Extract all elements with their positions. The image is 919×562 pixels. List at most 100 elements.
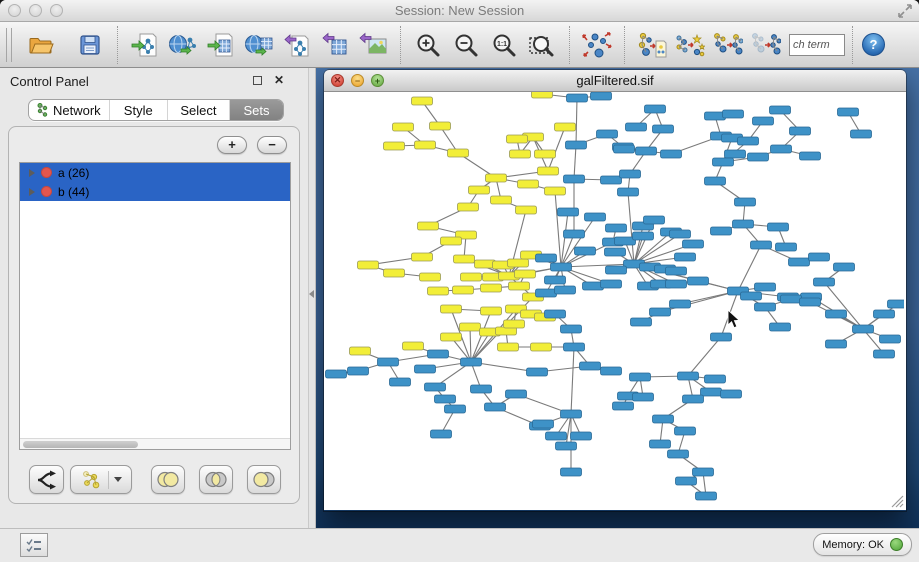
graph-node (435, 395, 456, 403)
panel-divider[interactable] (308, 68, 316, 528)
toolbar-separator (400, 26, 401, 64)
graph-node (445, 405, 466, 413)
network-to-file-icon (637, 31, 667, 59)
graph-node (605, 248, 626, 256)
zoom-out-icon (453, 32, 479, 58)
float-panel-icon[interactable] (253, 76, 262, 85)
tab-label: Select (180, 103, 216, 118)
difference-sets-button[interactable] (247, 465, 281, 494)
merge-networks-button[interactable] (712, 28, 744, 62)
collapse-panel-icon[interactable] (309, 290, 314, 298)
zoom-selected-region-button[interactable] (526, 28, 558, 62)
graph-node (683, 395, 704, 403)
graph-node (675, 427, 696, 435)
apply-layout-button[interactable] (581, 28, 613, 62)
memory-status-label: Memory: OK (822, 539, 884, 551)
graph-node (874, 350, 895, 358)
graph-node (683, 240, 704, 248)
network-tab-icon (37, 103, 48, 117)
graph-node (412, 97, 433, 105)
venn-difference-icon (251, 471, 277, 488)
graph-node (441, 333, 462, 341)
graph-node (630, 373, 651, 381)
import-table-from-file-icon (207, 32, 235, 58)
chevron-down-icon[interactable] (114, 477, 122, 482)
close-panel-icon[interactable]: ✕ (274, 73, 284, 87)
graph-node (471, 385, 492, 393)
graph-node (461, 358, 482, 366)
graph-node (486, 174, 507, 182)
search-input[interactable]: ch term (789, 34, 845, 56)
graph-node (390, 378, 411, 386)
set-label: b (44) (58, 185, 89, 199)
save-session-icon (78, 33, 102, 57)
expander-icon[interactable] (29, 169, 35, 177)
graph-node (696, 492, 717, 500)
create-set-from-network-button[interactable] (70, 465, 132, 494)
import-network-from-file-button[interactable] (129, 28, 161, 62)
tab-select[interactable]: Select (168, 100, 230, 120)
network-window-titlebar[interactable]: ✕ − + galFiltered.sif (324, 70, 906, 92)
graph-node (770, 323, 791, 331)
add-set-button[interactable]: + (217, 136, 247, 154)
export-network-button[interactable] (281, 28, 313, 62)
import-network-from-file-icon (131, 32, 159, 58)
graph-node (771, 145, 792, 153)
import-network-from-web-button[interactable] (167, 28, 199, 62)
analyze-network-button[interactable] (674, 28, 706, 62)
split-set-button[interactable] (29, 465, 64, 494)
network-view-window[interactable]: ✕ − + galFiltered.sif (324, 70, 906, 511)
graph-node (768, 223, 789, 231)
open-session-button[interactable] (25, 28, 57, 62)
graph-node (384, 142, 405, 150)
graph-node (454, 255, 475, 263)
network-to-file-button[interactable] (636, 28, 668, 62)
network-canvas[interactable] (324, 92, 906, 510)
graph-node (606, 266, 627, 274)
control-panel: Control Panel ✕ Network Style Select (0, 68, 308, 528)
tab-sets[interactable]: Sets (230, 100, 283, 120)
expander-icon[interactable] (29, 188, 35, 196)
graph-node (498, 343, 519, 351)
list-item[interactable]: b (44) (20, 182, 290, 201)
intersect-sets-button[interactable] (199, 465, 233, 494)
graph-node (580, 362, 601, 370)
help-button[interactable]: ? (862, 33, 885, 56)
memory-status-button[interactable]: Memory: OK (813, 533, 912, 556)
zoom-actual-size-button[interactable]: 1:1 (488, 28, 520, 62)
graph-node (814, 278, 835, 286)
fullscreen-icon[interactable] (897, 3, 913, 19)
export-image-button[interactable] (357, 28, 389, 62)
compare-networks-button[interactable] (750, 28, 782, 62)
horizontal-scrollbar[interactable] (20, 438, 290, 449)
list-item[interactable]: a (26) (20, 163, 290, 182)
graph-node (448, 149, 469, 157)
export-table-button[interactable] (319, 28, 351, 62)
graph-node (458, 203, 479, 211)
graph-node (531, 343, 552, 351)
graph-node (781, 295, 802, 303)
graph-node (428, 350, 449, 358)
graph-node (776, 243, 797, 251)
zoom-in-button[interactable] (412, 28, 444, 62)
tab-network[interactable]: Network (29, 100, 110, 120)
graph-node (533, 420, 554, 428)
graph-node (481, 284, 502, 292)
resize-grip-icon[interactable] (891, 495, 904, 508)
toolbar-drag-handle[interactable] (6, 28, 12, 62)
save-session-button[interactable] (74, 28, 106, 62)
remove-set-button[interactable]: − (257, 136, 287, 154)
graph-node (666, 267, 687, 275)
tab-style[interactable]: Style (110, 100, 168, 120)
graph-node (585, 213, 606, 221)
import-table-from-web-button[interactable] (243, 28, 275, 62)
toolbar-separator (569, 26, 570, 64)
union-sets-button[interactable] (151, 465, 185, 494)
zoom-out-button[interactable] (450, 28, 482, 62)
graph-node (545, 310, 566, 318)
graph-node (508, 259, 529, 267)
scrollbar-thumb[interactable] (23, 441, 138, 448)
graph-node (838, 108, 859, 116)
task-history-button[interactable] (20, 533, 48, 557)
import-table-from-file-button[interactable] (205, 28, 237, 62)
